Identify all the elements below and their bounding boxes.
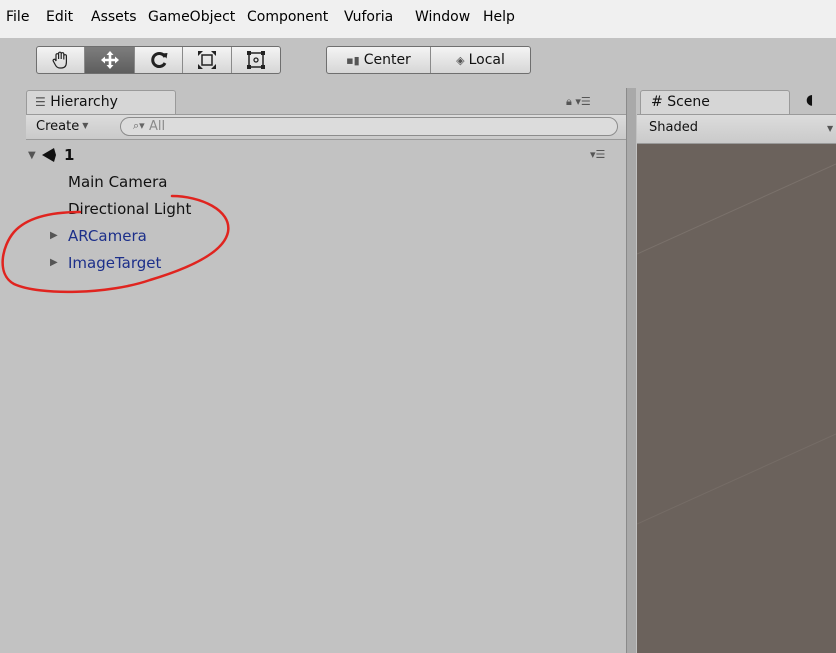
shading-mode-select[interactable]: Shaded ▼ [643, 118, 836, 138]
move-arrows-icon [100, 51, 119, 69]
scene-menu-icon[interactable]: ▾☰ [590, 148, 605, 161]
transform-tools [36, 46, 281, 74]
tab-hierarchy[interactable]: ☰ Hierarchy [26, 90, 176, 114]
menu-gameobject[interactable]: GameObject [148, 9, 235, 25]
scene-tab-label: Scene [667, 94, 710, 110]
panel-divider[interactable] [626, 88, 636, 653]
chevron-down-icon: ▼ [827, 124, 834, 133]
pacman-icon: ◖ [806, 92, 814, 108]
panel-controls: 🔒︎ ▾☰ [566, 95, 591, 109]
search-icon: ⌕▾ [133, 119, 145, 132]
tab-game[interactable]: ◖ [806, 92, 813, 108]
scene-name: 1 [64, 146, 75, 164]
scene-toolbar: Shaded ▼ [637, 114, 836, 144]
list-item[interactable]: Main Camera [68, 173, 167, 195]
shading-mode-label: Shaded [649, 120, 698, 135]
create-dropdown[interactable]: Create ▼ [36, 119, 88, 134]
hand-icon [52, 51, 67, 69]
menu-file[interactable]: File [6, 9, 29, 25]
lock-icon[interactable]: 🔒︎ [566, 95, 572, 108]
pivot-center-toggle[interactable]: ▪▮ Center [327, 47, 431, 73]
foldout-collapsed-icon[interactable]: ▶ [50, 230, 58, 241]
pivot-toggles: ▪▮ Center ◈ Local [326, 46, 531, 74]
pivot-center-label: Center [363, 52, 411, 68]
scene-grid [637, 163, 836, 525]
rect-tool-button[interactable] [232, 47, 280, 73]
main-toolbar: ▪▮ Center ◈ Local [0, 38, 836, 88]
local-space-icon: ◈ [456, 53, 465, 67]
item-label: Main Camera [68, 173, 168, 191]
hierarchy-list: ▼ 1 ▾☰ Main Camera Directional Light ▶ A… [26, 141, 626, 653]
scene-row[interactable]: ▼ 1 ▾☰ [26, 146, 626, 168]
item-label: ImageTarget [68, 254, 162, 272]
scale-tool-button[interactable] [183, 47, 232, 73]
create-label: Create [36, 119, 80, 134]
search-placeholder: All [149, 119, 166, 134]
pivot-center-icon: ▪▮ [346, 53, 360, 67]
hierarchy-tab-label: Hierarchy [50, 94, 118, 110]
grid-icon: # [651, 94, 663, 110]
hierarchy-toolbar: Create ▼ ⌕▾ All [26, 114, 626, 140]
hand-tool-button[interactable] [37, 47, 85, 73]
menu-window[interactable]: Window [415, 9, 470, 25]
unity-scene-icon [42, 148, 56, 162]
pivot-rotation-label: Local [468, 52, 505, 68]
rotate-icon [150, 52, 167, 68]
menu-help[interactable]: Help [483, 9, 515, 25]
item-label: Directional Light [68, 200, 192, 218]
scene-viewport[interactable] [637, 144, 836, 653]
item-label: ARCamera [68, 227, 147, 245]
tab-scene[interactable]: # Scene [640, 90, 790, 114]
list-item[interactable]: Directional Light [68, 200, 191, 222]
menu-vuforia[interactable]: Vuforia [344, 9, 393, 25]
search-input[interactable]: ⌕▾ All [120, 117, 618, 136]
chevron-down-icon: ▼ [82, 121, 89, 130]
move-tool-button[interactable] [85, 47, 135, 73]
menu-edit[interactable]: Edit [46, 9, 73, 25]
rotate-tool-button[interactable] [135, 47, 183, 73]
foldout-collapsed-icon[interactable]: ▶ [50, 257, 58, 268]
menu-component[interactable]: Component [247, 9, 328, 25]
menu-assets[interactable]: Assets [91, 9, 137, 25]
panel-menu-icon[interactable]: ▾☰ [575, 95, 590, 108]
list-icon: ☰ [35, 95, 46, 109]
pivot-rotation-toggle[interactable]: ◈ Local [431, 47, 530, 73]
foldout-expanded-icon[interactable]: ▼ [28, 150, 36, 161]
scale-icon [198, 51, 216, 69]
menu-bar: File Edit Assets GameObject Component Vu… [0, 0, 836, 38]
rect-icon [247, 51, 265, 69]
